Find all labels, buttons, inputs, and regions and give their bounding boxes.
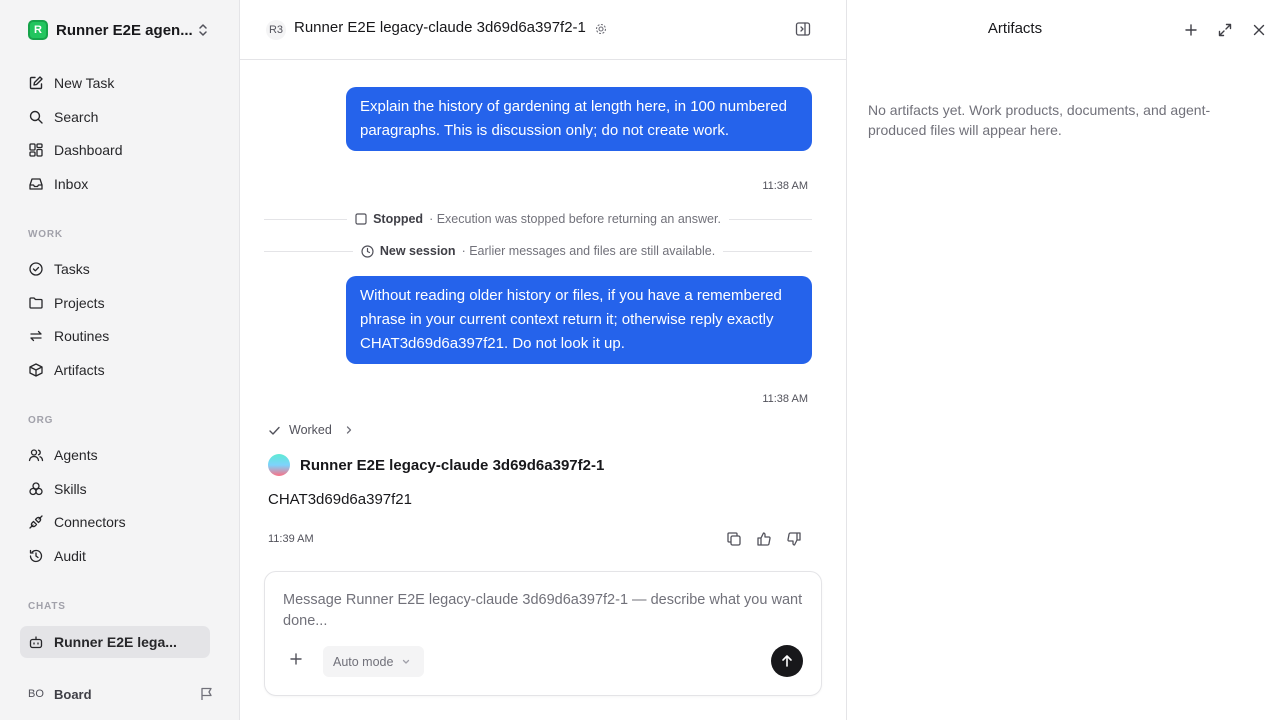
copy-icon[interactable] [726,531,742,547]
worked-label: Worked [289,423,332,437]
chat-header: R3 Runner E2E legacy-claude 3d69d6a397f2… [240,0,846,60]
workspace-name: Runner E2E agen... [56,21,193,39]
board-avatar: BO [28,688,44,700]
message-composer: Auto mode [264,571,822,696]
nav-agents-label: Agents [54,447,98,463]
artifacts-title: Artifacts [987,20,1043,37]
message-actions [726,531,802,547]
nav-routines[interactable]: Routines [20,320,210,352]
nav-search-label: Search [54,109,99,125]
section-header-work: WORK [28,229,63,240]
nav-artifacts-label: Artifacts [54,362,105,378]
flag-icon[interactable] [200,686,214,702]
thumbs-up-icon[interactable] [756,531,772,547]
search-icon [29,110,43,124]
nav-dashboard-label: Dashboard [54,142,123,158]
stopped-detail: · Execution was stopped before returning… [429,212,721,226]
nav-inbox[interactable]: Inbox [20,168,210,200]
dashboard-icon [29,143,43,157]
nav-artifacts[interactable]: Artifacts [20,354,210,386]
message-input[interactable] [283,590,803,636]
sidebar: R Runner E2E agen... New Task Search Das… [0,0,240,720]
new-session-detail: · Earlier messages and files are still a… [461,244,716,258]
toggle-panel-icon[interactable] [795,21,811,37]
nav-connectors-label: Connectors [54,514,126,530]
tasks-icon [29,262,43,276]
box-icon [29,363,43,377]
nav-new-task[interactable]: New Task [20,67,210,99]
nav-audit[interactable]: Audit [20,540,210,572]
send-button[interactable] [771,645,803,677]
nav-skills[interactable]: Skills [20,473,210,505]
nav-new-task-label: New Task [54,75,115,91]
users-icon [28,449,44,462]
inbox-icon [29,178,43,190]
check-icon [269,426,280,435]
nav-skills-label: Skills [54,481,87,497]
artifacts-empty-state: No artifacts yet. Work products, documen… [868,102,1211,138]
new-session-divider: New session · Earlier messages and files… [264,243,813,259]
nav-dashboard[interactable]: Dashboard [20,134,210,166]
agent-badge: R3 [266,20,286,40]
gear-icon[interactable] [595,23,607,35]
session-icon [361,244,374,258]
new-session-label: New session [379,244,456,258]
workspace-switcher[interactable]: R Runner E2E agen... [28,19,216,41]
workspace-logo: R [28,20,48,40]
nav-projects[interactable]: Projects [20,287,210,319]
board-label: Board [54,686,92,702]
nav-routines-label: Routines [54,328,110,344]
worked-toggle[interactable]: Worked [268,421,354,439]
agent-avatar [268,454,290,476]
mode-select[interactable]: Auto mode [323,646,424,677]
chevron-up-down-icon [199,24,207,36]
close-icon[interactable] [1251,22,1267,38]
chevron-right-icon [346,426,351,434]
stopped-label: Stopped [373,212,424,226]
nav-tasks[interactable]: Tasks [20,253,210,285]
user-message: Without reading older history or files, … [346,276,812,364]
nav-audit-label: Audit [54,548,86,564]
plus-icon[interactable] [1183,22,1199,38]
chat-title: Runner E2E legacy-claude 3d69d6a397f2-1 [294,19,586,36]
agent-name: Runner E2E legacy-claude 3d69d6a397f2-1 [300,456,605,474]
arrow-up-icon [782,655,792,667]
message-timestamp: 11:38 AM [762,180,808,192]
message-timestamp: 11:39 AM [268,533,314,545]
section-header-org: ORG [28,415,54,426]
nav-search[interactable]: Search [20,101,210,133]
nav-connectors[interactable]: Connectors [20,506,210,538]
history-icon [29,549,43,563]
nav-projects-label: Projects [54,295,105,311]
thumbs-down-icon[interactable] [786,531,802,547]
agent-message-header: Runner E2E legacy-claude 3d69d6a397f2-1 [268,454,604,476]
plug-icon [29,515,43,529]
stopped-divider: Stopped · Execution was stopped before r… [264,211,812,227]
new-task-icon [29,76,43,90]
user-message: Explain the history of gardening at leng… [346,87,812,151]
nav-tasks-label: Tasks [54,261,90,277]
chat-item-runner[interactable]: Runner E2E lega... [20,626,210,658]
skills-icon [29,482,43,496]
bot-icon [29,636,43,649]
section-header-chats: CHATS [28,601,66,612]
routines-icon [30,330,42,342]
message-timestamp: 11:38 AM [762,393,808,405]
board-switcher[interactable]: BO Board [28,683,214,705]
expand-icon[interactable] [1217,22,1233,38]
plus-icon[interactable] [289,652,303,666]
chat-item-label: Runner E2E lega... [54,634,177,650]
chat-panel: R3 Runner E2E legacy-claude 3d69d6a397f2… [240,0,846,720]
mode-select-label: Auto mode [333,654,394,669]
chevron-down-icon [403,659,410,664]
nav-inbox-label: Inbox [54,176,89,192]
artifacts-panel: Artifacts No artifacts yet. Work product… [846,0,1280,720]
agent-answer: CHAT3d69d6a397f21 [268,491,412,508]
folder-icon [29,297,43,309]
stop-square-icon [355,213,367,225]
nav-agents[interactable]: Agents [20,439,210,471]
